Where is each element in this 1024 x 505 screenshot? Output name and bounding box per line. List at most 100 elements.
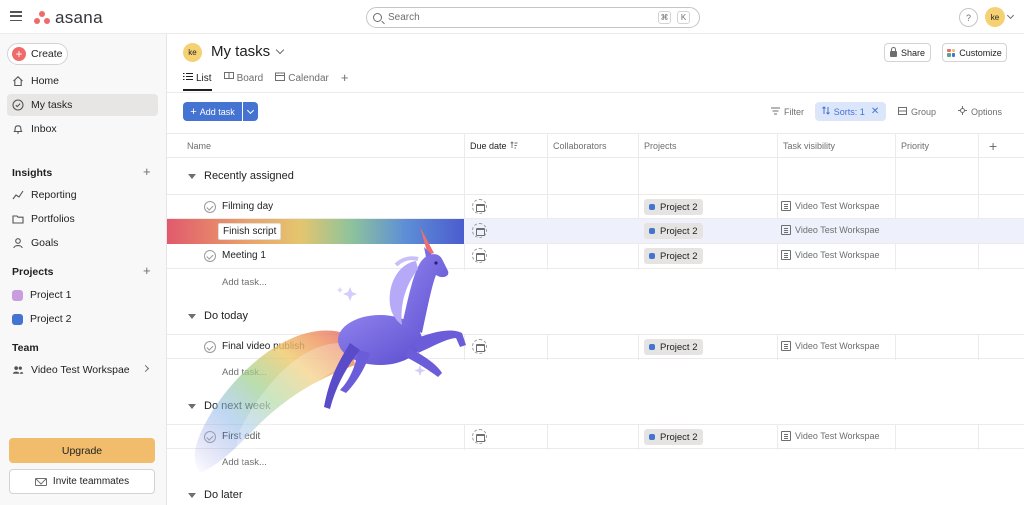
task-visibility: Video Test Workspae: [781, 341, 880, 351]
tab-board[interactable]: Board: [223, 70, 263, 86]
sidebar-item-label: Inbox: [31, 123, 57, 135]
share-button[interactable]: Share: [884, 43, 931, 62]
calendar-icon[interactable]: [472, 339, 487, 354]
chevron-down-icon[interactable]: [275, 45, 285, 55]
asana-logo[interactable]: asana: [34, 8, 103, 28]
invite-teammates-button[interactable]: Invite teammates: [9, 469, 155, 494]
upgrade-button[interactable]: Upgrade: [9, 438, 155, 463]
task-name[interactable]: Filming day: [222, 201, 273, 212]
caret-down-icon[interactable]: [188, 403, 196, 409]
sidebar-item-reporting[interactable]: Reporting: [7, 184, 158, 206]
sidebar-item-label: Goals: [31, 237, 59, 249]
table-row[interactable]: Meeting 1 Project 2 Video Test Workspae: [167, 244, 1024, 269]
team-heading[interactable]: Team: [12, 342, 39, 354]
help-button[interactable]: ?: [959, 8, 978, 27]
section-title: Do later: [204, 489, 243, 501]
sorts-label: Sorts: 1: [833, 106, 865, 117]
caret-down-icon[interactable]: [188, 173, 196, 179]
filter-button[interactable]: Filter: [771, 102, 804, 121]
sorts-button[interactable]: Sorts: 1 ✕: [815, 102, 886, 121]
home-icon: [12, 75, 24, 87]
section-recently-assigned[interactable]: Recently assigned: [188, 170, 294, 182]
user-avatar[interactable]: ke: [985, 7, 1005, 27]
task-name[interactable]: Meeting 1: [222, 250, 266, 261]
complete-checkbox[interactable]: [204, 201, 216, 213]
caret-down-icon[interactable]: [188, 313, 196, 319]
group-button[interactable]: Group: [898, 102, 936, 121]
calendar-icon[interactable]: [472, 199, 487, 214]
add-task-dropdown[interactable]: [243, 102, 258, 121]
create-button[interactable]: + Create: [7, 43, 68, 65]
chevron-down-icon[interactable]: [1006, 11, 1015, 20]
project-pill[interactable]: Project 2: [644, 248, 703, 264]
calendar-icon[interactable]: [472, 248, 487, 263]
sidebar-item-goals[interactable]: Goals: [7, 232, 158, 254]
add-tab-icon[interactable]: +: [341, 70, 349, 86]
column-header-due-date[interactable]: Due date: [464, 134, 518, 158]
customize-button[interactable]: Customize: [942, 43, 1007, 62]
add-task-inline[interactable]: Add task...: [222, 367, 267, 378]
sidebar-item-portfolios[interactable]: Portfolios: [7, 208, 158, 230]
task-name-input[interactable]: Finish script: [218, 223, 282, 240]
chevron-right-icon[interactable]: [141, 364, 150, 373]
section-do-later[interactable]: Do later: [188, 489, 243, 501]
projects-heading[interactable]: Projects: [12, 266, 53, 278]
task-visibility: Video Test Workspae: [781, 431, 880, 441]
add-task-inline[interactable]: Add task...: [222, 457, 267, 468]
add-column-icon[interactable]: +: [983, 134, 997, 158]
sidebar-item-team[interactable]: Video Test Workspae: [7, 359, 158, 381]
project-pill[interactable]: Project 2: [644, 199, 703, 215]
active-tab-indicator: [183, 89, 212, 91]
add-task-button[interactable]: + Add task: [183, 102, 242, 121]
page-title[interactable]: My tasks: [211, 43, 270, 60]
group-icon: [898, 106, 907, 117]
add-task-inline[interactable]: Add task...: [222, 277, 267, 288]
project-color-swatch: [12, 313, 23, 325]
project-color-dot: [649, 344, 655, 350]
top-bar: asana Search ⌘ K ? ke: [0, 0, 1024, 34]
sidebar-item-label: My tasks: [31, 99, 73, 111]
visibility-label: Video Test Workspae: [795, 431, 880, 441]
calendar-icon: [275, 72, 286, 84]
building-icon: [781, 341, 791, 351]
table-row[interactable]: Filming day Project 2 Video Test Workspa…: [167, 194, 1024, 219]
add-insight-icon[interactable]: +: [143, 164, 151, 179]
column-header-name[interactable]: Name: [181, 134, 211, 158]
column-header-collaborators[interactable]: Collaborators: [547, 134, 607, 158]
table-row[interactable]: First edit Project 2 Video Test Workspae: [167, 424, 1024, 449]
task-name[interactable]: Final video publish: [222, 341, 305, 352]
task-name[interactable]: First edit: [222, 431, 260, 442]
section-do-today[interactable]: Do today: [188, 310, 248, 322]
add-task-label: Add task: [199, 106, 235, 117]
sidebar-item-project-2[interactable]: Project 2: [7, 308, 158, 330]
options-button[interactable]: Options: [958, 102, 1002, 121]
add-project-icon[interactable]: +: [143, 263, 151, 278]
sidebar-item-label: Reporting: [31, 189, 77, 201]
column-header-projects[interactable]: Projects: [638, 134, 677, 158]
column-header-priority[interactable]: Priority: [895, 134, 929, 158]
sidebar-item-home[interactable]: Home: [7, 70, 158, 92]
tab-list[interactable]: List: [183, 70, 212, 86]
section-do-next-week[interactable]: Do next week: [188, 400, 271, 412]
tab-label: List: [196, 72, 212, 84]
close-icon[interactable]: ✕: [871, 106, 879, 117]
search-bar[interactable]: Search ⌘ K: [366, 7, 700, 28]
table-row[interactable]: Final video publish Project 2 Video Test…: [167, 334, 1024, 359]
menu-icon[interactable]: [10, 11, 22, 21]
tab-calendar[interactable]: Calendar: [275, 70, 329, 86]
building-icon: [781, 201, 791, 211]
sidebar-item-project-1[interactable]: Project 1: [7, 284, 158, 306]
complete-checkbox[interactable]: [204, 341, 216, 353]
invite-label: Invite teammates: [52, 476, 130, 487]
insights-heading[interactable]: Insights: [12, 167, 52, 179]
column-header-task-visibility[interactable]: Task visibility: [777, 134, 835, 158]
complete-checkbox[interactable]: [204, 431, 216, 443]
sidebar-item-inbox[interactable]: Inbox: [7, 118, 158, 140]
project-pill[interactable]: Project 2: [644, 339, 703, 355]
sidebar-item-my-tasks[interactable]: My tasks: [7, 94, 158, 116]
caret-down-icon[interactable]: [188, 492, 196, 498]
plus-icon: +: [12, 47, 26, 61]
calendar-icon[interactable]: [472, 429, 487, 444]
complete-checkbox[interactable]: [204, 250, 216, 262]
project-pill[interactable]: Project 2: [644, 429, 703, 445]
